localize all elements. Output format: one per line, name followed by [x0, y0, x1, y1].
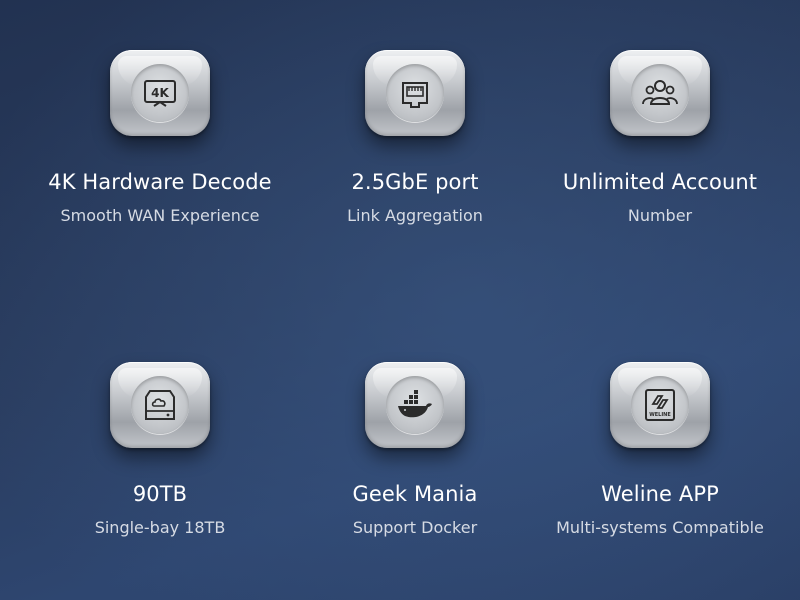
docker-whale-icon — [398, 390, 432, 418]
weline-logo-text: WELINE — [649, 412, 671, 418]
feature-title: Unlimited Account — [562, 170, 758, 194]
feature-subtitle: Single-bay 18TB — [94, 518, 226, 537]
feature-subtitle: Multi-systems Compatible — [556, 518, 764, 537]
feature-key-button — [365, 50, 465, 136]
feature-weline-app: WELINE Weline APP Multi-systems Compatib… — [530, 362, 790, 537]
feature-title: Weline APP — [601, 482, 719, 506]
feature-title: 4K Hardware Decode — [48, 170, 272, 194]
4k-icon-text: 4K — [151, 86, 169, 100]
feature-key-face — [386, 376, 444, 434]
feature-subtitle: Support Docker — [352, 518, 478, 537]
4k-icon: 4K — [144, 80, 176, 107]
feature-4k-decode: 4K 4K Hardware Decode Smooth WAN Experie… — [30, 50, 290, 225]
feature-subtitle: Smooth WAN Experience — [60, 206, 260, 225]
feature-key-button — [110, 362, 210, 448]
feature-subtitle: Number — [627, 206, 693, 225]
feature-grid-page: { "features": [ {"icon": "4k-icon", "ico… — [0, 0, 800, 600]
ethernet-port-icon — [402, 82, 428, 108]
cloud-drive-icon — [145, 390, 175, 420]
feature-unlimited-account: Unlimited Account Number — [530, 50, 790, 225]
feature-key-face — [131, 376, 189, 434]
feature-key-face: 4K — [131, 64, 189, 122]
feature-docker: Geek Mania Support Docker — [285, 362, 545, 537]
feature-key-button: WELINE — [610, 362, 710, 448]
feature-key-face — [631, 64, 689, 122]
feature-title: Geek Mania — [352, 482, 478, 506]
feature-key-face: WELINE — [631, 376, 689, 434]
feature-key-button — [610, 50, 710, 136]
feature-key-face — [386, 64, 444, 122]
feature-ethernet-port: 2.5GbE port Link Aggregation — [285, 50, 545, 225]
feature-storage-capacity: 90TB Single-bay 18TB — [30, 362, 290, 537]
feature-key-button — [365, 362, 465, 448]
feature-key-button: 4K — [110, 50, 210, 136]
feature-title: 2.5GbE port — [351, 170, 479, 194]
users-group-icon — [642, 80, 678, 105]
feature-title: 90TB — [132, 482, 188, 506]
weline-logo-icon: WELINE — [645, 389, 675, 421]
feature-subtitle: Link Aggregation — [347, 206, 483, 225]
